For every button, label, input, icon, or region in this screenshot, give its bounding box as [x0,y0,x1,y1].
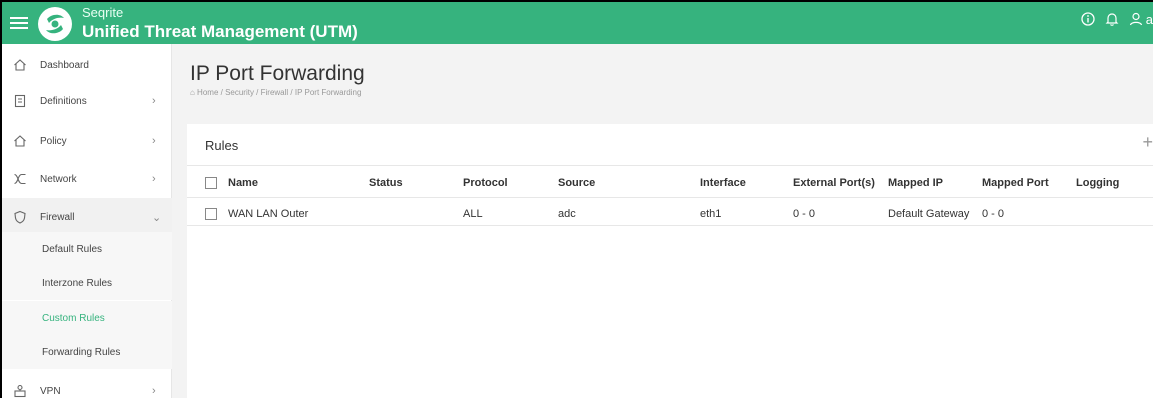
sidebar-item-vpn[interactable]: VPN › [2,372,172,398]
sidebar-item-dashboard[interactable]: Dashboard [2,46,172,84]
column-header-logging[interactable]: Logging [1076,177,1119,189]
divider [187,165,1153,166]
vpn-icon [14,384,26,398]
cell-interface: eth1 [700,208,722,220]
document-icon [14,94,26,108]
column-header-mapped-port[interactable]: Mapped Port [982,177,1049,189]
breadcrumb[interactable]: ⌂ Home / Security / Firewall / IP Port F… [190,88,361,97]
sidebar-subitem-label: Default Rules [42,243,103,255]
sidebar-item-label: Network [40,173,77,185]
sidebar-item-label: Firewall [40,211,75,223]
cell-external-ports: 0 - 0 [793,208,816,220]
chevron-right-icon: › [152,173,156,185]
sidebar-subitem-custom-rules[interactable]: Custom Rules [2,301,172,335]
cell-mapped-port: 0 - 0 [982,208,1005,220]
info-icon[interactable] [1080,11,1096,27]
chevron-right-icon: › [152,95,156,107]
select-all-checkbox[interactable] [205,177,217,189]
user-icon[interactable] [1128,11,1144,27]
app-title: Unified Threat Management (UTM) [82,22,358,41]
user-name[interactable]: a [1146,12,1153,27]
sidebar-item-label: Policy [40,135,67,147]
chevron-right-icon: › [152,135,156,147]
divider [187,197,1153,198]
home-icon [14,59,26,71]
hamburger-menu-icon[interactable] [10,14,28,30]
sidebar-item-label: VPN [40,385,61,397]
sidebar-item-policy[interactable]: Policy › [2,122,172,160]
shield-icon [14,210,26,224]
column-header-interface[interactable]: Interface [700,177,746,189]
sidebar-subitem-label: Interzone Rules [42,277,113,289]
add-rule-button[interactable]: + [1142,132,1153,153]
sidebar: Dashboard Definitions › Policy › Network… [2,44,172,398]
divider [187,225,1153,226]
cell-source: adc [558,208,576,220]
sidebar-subitem-default-rules[interactable]: Default Rules [2,232,172,266]
sidebar-item-definitions[interactable]: Definitions › [2,82,172,120]
bell-icon[interactable] [1104,11,1120,27]
row-checkbox[interactable] [205,208,217,220]
column-header-status[interactable]: Status [369,177,403,189]
network-icon [14,173,26,185]
sidebar-subitem-label: Custom Rules [42,312,105,324]
sidebar-item-label: Definitions [40,95,87,107]
card-title: Rules [205,138,239,153]
chevron-right-icon: › [152,385,156,397]
header-actions: a [1080,11,1153,27]
column-header-protocol[interactable]: Protocol [463,177,508,189]
sidebar-subitem-interzone-rules[interactable]: Interzone Rules [2,266,172,300]
sidebar-subitem-label: Forwarding Rules [42,346,121,358]
chevron-down-icon: ⌄ [152,211,162,224]
sidebar-item-label: Dashboard [40,59,89,71]
column-header-external-ports[interactable]: External Port(s) [793,177,875,189]
rules-card: Rules + Name Status Protocol Source Inte… [187,124,1153,398]
sidebar-item-firewall[interactable]: Firewall ⌄ [2,198,172,236]
page-title: IP Port Forwarding [190,62,365,85]
column-header-source[interactable]: Source [558,177,595,189]
home-icon [14,135,26,147]
brand-name: Seqrite [82,5,124,20]
seqrite-logo [38,7,72,41]
cell-name[interactable]: WAN LAN Outer [228,208,308,220]
cell-protocol: ALL [463,208,483,220]
sidebar-subitem-forwarding-rules[interactable]: Forwarding Rules [2,335,172,369]
app-header: Seqrite Unified Threat Management (UTM) … [2,2,1153,44]
sidebar-item-network[interactable]: Network › [2,160,172,198]
column-header-name[interactable]: Name [228,177,258,189]
column-header-mapped-ip[interactable]: Mapped IP [888,177,943,189]
cell-mapped-ip: Default Gateway [888,208,970,220]
